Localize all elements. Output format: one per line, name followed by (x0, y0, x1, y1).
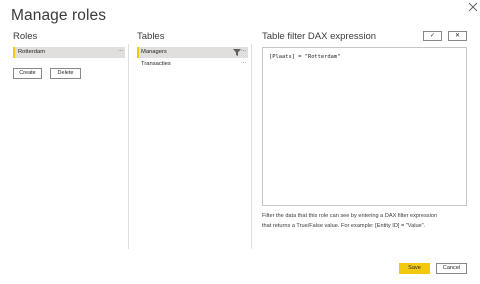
roles-heading: Roles (13, 31, 38, 42)
dialog-title: Manage roles (11, 7, 107, 24)
filter-icon (233, 49, 241, 56)
save-button[interactable]: Save (399, 263, 430, 274)
help-line: that returns a True/False value. For exa… (262, 223, 426, 229)
delete-role-button[interactable]: Delete (50, 68, 81, 79)
create-role-button[interactable]: Create (13, 68, 42, 79)
dax-heading: Table filter DAX expression (262, 31, 377, 42)
help-line: Filter the data that this role can see b… (262, 213, 438, 219)
tables-heading: Tables (137, 31, 165, 42)
role-item-rotterdam[interactable]: Rotterdam ... (13, 47, 125, 58)
roles-divider (128, 44, 129, 249)
role-item-label: Rotterdam (18, 49, 46, 55)
close-icon[interactable] (467, 1, 479, 13)
check-icon: ✓ (429, 33, 436, 39)
dax-help-text: Filter the data that this role can see b… (262, 211, 472, 231)
table-item-transacties[interactable]: Transacties ... (137, 59, 248, 70)
cancel-dax-button[interactable]: ✕ (448, 31, 467, 41)
table-item-label: Transacties (141, 61, 171, 67)
table-more-icon[interactable]: ... (241, 57, 246, 68)
confirm-dax-button[interactable]: ✓ (423, 31, 442, 41)
dax-expression-editor[interactable]: [Plaats] = "Rotterdam" (262, 47, 467, 206)
table-item-managers[interactable]: Managers ... (137, 47, 248, 58)
table-item-label: Managers (141, 49, 167, 55)
cancel-button[interactable]: Cancel (436, 263, 467, 274)
role-more-icon[interactable]: ... (118, 45, 123, 56)
close-icon: ✕ (454, 33, 461, 39)
table-more-icon[interactable]: ... (241, 45, 246, 56)
tables-divider (251, 44, 252, 249)
